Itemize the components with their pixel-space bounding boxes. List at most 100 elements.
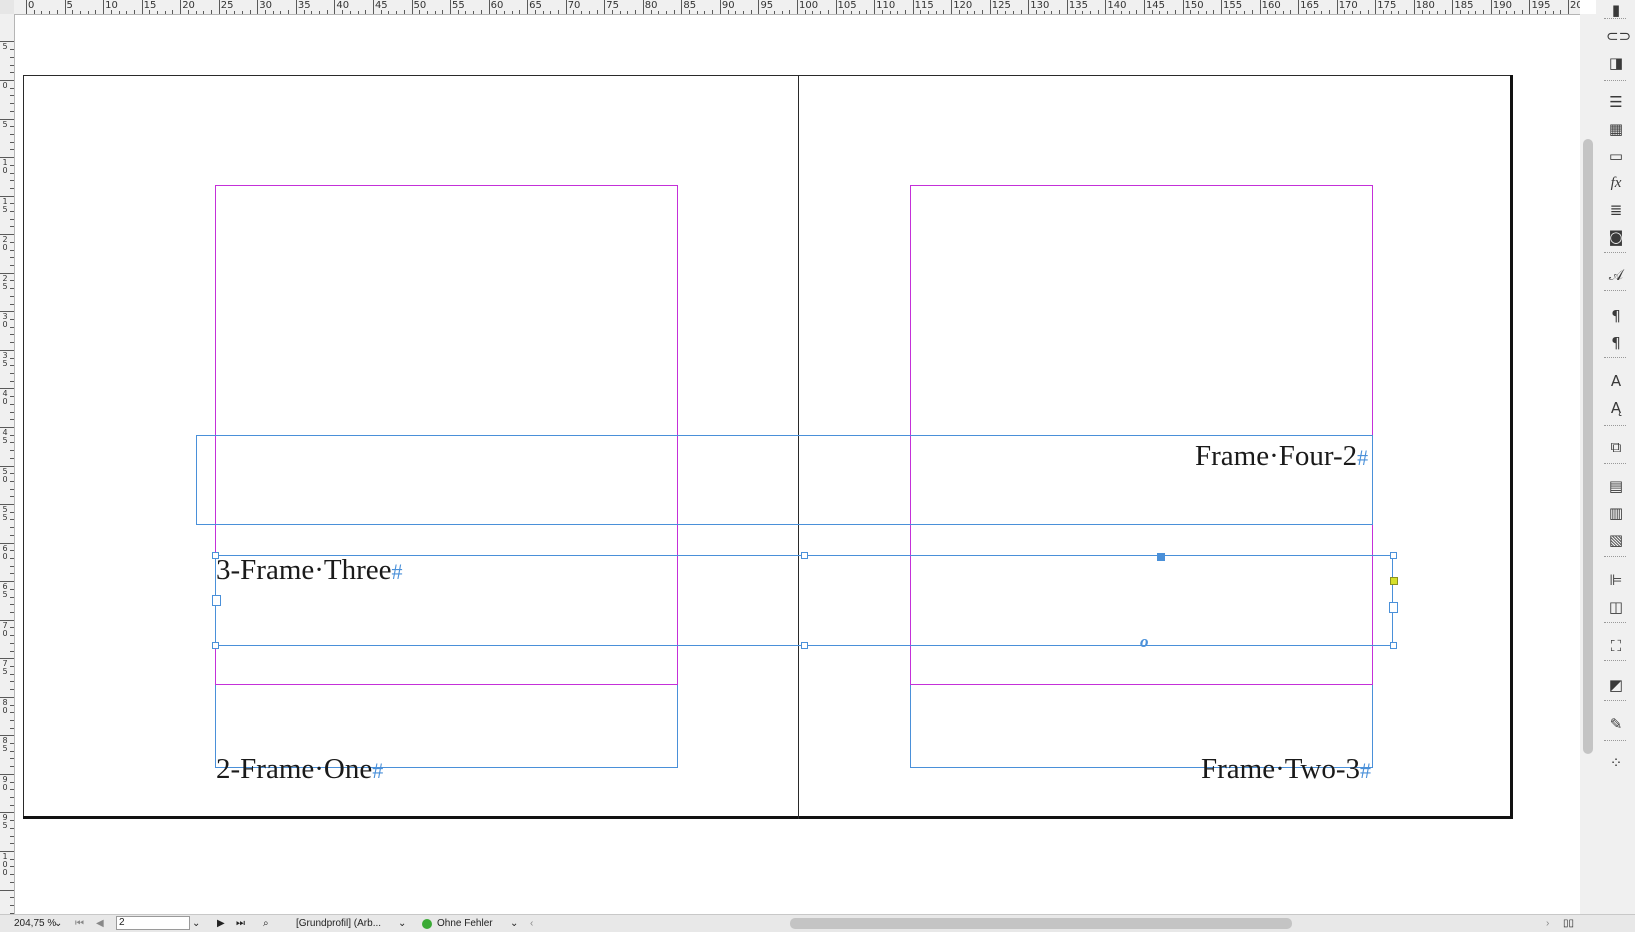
script-icon[interactable]: ✎ bbox=[1606, 714, 1626, 734]
anchor-handle[interactable] bbox=[1157, 553, 1165, 561]
panel-group-grip[interactable] bbox=[1604, 700, 1626, 704]
page-dropdown-icon[interactable]: ⌄ bbox=[192, 917, 200, 930]
scroll-right-icon[interactable]: › bbox=[1546, 917, 1549, 930]
ruler-tick bbox=[1159, 11, 1161, 14]
ruler-tick bbox=[480, 10, 482, 14]
preflight-status[interactable]: Ohne Fehler bbox=[437, 917, 493, 930]
pathfinder-icon[interactable]: ◫ bbox=[1606, 597, 1626, 617]
ruler-tick bbox=[1128, 11, 1130, 14]
ruler-tick bbox=[928, 11, 930, 14]
paragraph-styles-icon[interactable]: ¶ bbox=[1606, 333, 1626, 353]
character-icon[interactable]: A bbox=[1606, 371, 1626, 391]
panel-group-grip[interactable] bbox=[1604, 357, 1626, 361]
document-canvas[interactable]: Frame·Four-2# 3-Frame·Three# o 2-Frame·O… bbox=[15, 15, 1580, 914]
panel-group-grip[interactable] bbox=[1604, 556, 1626, 560]
ruler-tick bbox=[49, 11, 51, 14]
profile-dropdown-icon[interactable]: ⌄ bbox=[398, 917, 406, 930]
preflight-profile[interactable]: [Grundprofil] (Arb... bbox=[296, 917, 381, 930]
last-page-icon[interactable]: ⏭ bbox=[236, 917, 245, 930]
horizontal-scroll-thumb[interactable] bbox=[790, 918, 1292, 929]
image-icon[interactable]: ◩ bbox=[1606, 675, 1626, 695]
panel-group-grip[interactable] bbox=[1604, 80, 1626, 84]
gradient-icon[interactable]: ▭ bbox=[1606, 146, 1626, 166]
frame-two-text[interactable]: Frame·Two-3# bbox=[1201, 753, 1371, 787]
ruler-tick bbox=[10, 904, 14, 906]
ruler-tick bbox=[1236, 11, 1238, 14]
panel-group-grip[interactable] bbox=[1604, 252, 1626, 256]
ruler-tick bbox=[943, 10, 945, 14]
table-styles-icon[interactable]: ▥ bbox=[1606, 503, 1626, 523]
ruler-tick bbox=[64, 0, 66, 14]
ruler-label: 25 bbox=[2, 273, 8, 291]
swatches-icon[interactable]: ▦ bbox=[1606, 119, 1626, 139]
ruler-tick bbox=[10, 87, 14, 89]
cell-styles-icon[interactable]: ▧ bbox=[1606, 530, 1626, 550]
ruler-label: 65 bbox=[2, 582, 8, 600]
ruler-tick bbox=[10, 334, 14, 336]
resize-handle-top-right[interactable] bbox=[1390, 552, 1397, 559]
table-icon[interactable]: ▤ bbox=[1606, 476, 1626, 496]
open-document-icon[interactable]: ⌕ bbox=[263, 917, 269, 930]
vertical-scrollbar[interactable] bbox=[1580, 14, 1596, 914]
panel-dock: ▮ ⊂⊃ ◨ ☰ ▦ ▭ fx ≣ ◙ 𝒜 ¶ ¶ A Ą ⧉ ▤ ▥ ▧ ⊫ ◫ ⛶ ◩ ✎ ⁘ bbox=[1596, 0, 1635, 914]
stroke-icon[interactable]: ☰ bbox=[1606, 92, 1626, 112]
ruler-tick bbox=[10, 342, 14, 344]
object-styles-icon[interactable]: ◙ bbox=[1606, 227, 1626, 247]
ruler-tick bbox=[1328, 10, 1330, 14]
spread-view-icon[interactable]: ▯▯ bbox=[1563, 917, 1574, 930]
ruler-label: 70 bbox=[567, 0, 581, 11]
paragraph-icon[interactable]: ¶ bbox=[1606, 306, 1626, 326]
out-port-handle[interactable] bbox=[1389, 602, 1398, 613]
panel-group-grip[interactable] bbox=[1604, 463, 1626, 467]
text-wrap-icon[interactable]: ≣ bbox=[1606, 200, 1626, 220]
ruler-tick bbox=[87, 11, 89, 14]
vertical-scroll-thumb[interactable] bbox=[1583, 139, 1593, 754]
ruler-label: 60 bbox=[490, 0, 504, 11]
frame-one-text[interactable]: 2-Frame·One# bbox=[216, 753, 383, 787]
panel-group-grip[interactable] bbox=[1604, 740, 1626, 744]
ruler-tick bbox=[10, 380, 14, 382]
zoom-dropdown-icon[interactable]: ⌄ bbox=[54, 917, 62, 930]
ruler-tick bbox=[10, 226, 14, 228]
resize-handle-bottom-right[interactable] bbox=[1390, 642, 1397, 649]
character-styles-icon[interactable]: 𝒜 bbox=[1606, 265, 1626, 285]
ruler-tick bbox=[157, 11, 159, 14]
panel-group-grip[interactable] bbox=[1604, 425, 1626, 429]
preflight-dropdown-icon[interactable]: ⌄ bbox=[510, 917, 518, 930]
resize-handle-top-center[interactable] bbox=[801, 552, 808, 559]
transform-icon[interactable]: ⧉ bbox=[1606, 437, 1626, 457]
layout-adjust-icon[interactable]: ⛶ bbox=[1606, 636, 1626, 656]
previous-page-icon[interactable]: ◀ bbox=[96, 917, 104, 930]
scroll-left-icon[interactable]: ‹ bbox=[530, 917, 533, 930]
next-page-icon[interactable]: ▶ bbox=[217, 917, 225, 930]
ruler-tick bbox=[10, 565, 14, 567]
ruler-tick bbox=[557, 10, 559, 14]
ruler-tick bbox=[642, 0, 644, 14]
ruler-tick bbox=[10, 203, 14, 205]
glyphs-icon[interactable]: Ą bbox=[1606, 398, 1626, 418]
page-number-field[interactable]: 2 bbox=[116, 916, 190, 930]
panel-group-grip[interactable] bbox=[1604, 660, 1626, 664]
layers-icon[interactable]: ◨ bbox=[1606, 53, 1626, 73]
ruler-tick bbox=[10, 804, 14, 806]
ruler-label: 55 bbox=[452, 0, 465, 11]
vertical-ruler[interactable]: 5051015202530354045505560657075808590951… bbox=[0, 14, 15, 914]
ruler-tick bbox=[10, 573, 14, 575]
pages-icon[interactable]: ▮ bbox=[1606, 0, 1626, 20]
text-frame-one-upper bbox=[215, 185, 678, 685]
first-page-icon[interactable]: ⏮ bbox=[75, 917, 84, 930]
panel-group-grip[interactable] bbox=[1604, 622, 1626, 626]
ruler-tick bbox=[372, 0, 374, 14]
effects-icon[interactable]: fx bbox=[1606, 173, 1626, 193]
resize-handle-bottom-center[interactable] bbox=[801, 642, 808, 649]
align-icon[interactable]: ⊫ bbox=[1606, 570, 1626, 590]
links-icon[interactable]: ⊂⊃ bbox=[1606, 26, 1631, 46]
panel-group-grip[interactable] bbox=[1604, 290, 1626, 294]
color-theme-icon[interactable]: ⁘ bbox=[1606, 753, 1626, 773]
zoom-level[interactable]: 204,75 % bbox=[14, 917, 56, 930]
frame-four-text[interactable]: Frame·Four-2# bbox=[1195, 440, 1368, 474]
spread-shadow-right bbox=[1510, 75, 1513, 819]
horizontal-ruler[interactable]: 0 5 10 15 20 25 30 35 40 45 50 55 60 65 70 75 80 85 90 95 10… bbox=[14, 0, 1580, 15]
ruler-corner[interactable] bbox=[0, 0, 15, 15]
corner-option-handle[interactable] bbox=[1390, 577, 1398, 585]
